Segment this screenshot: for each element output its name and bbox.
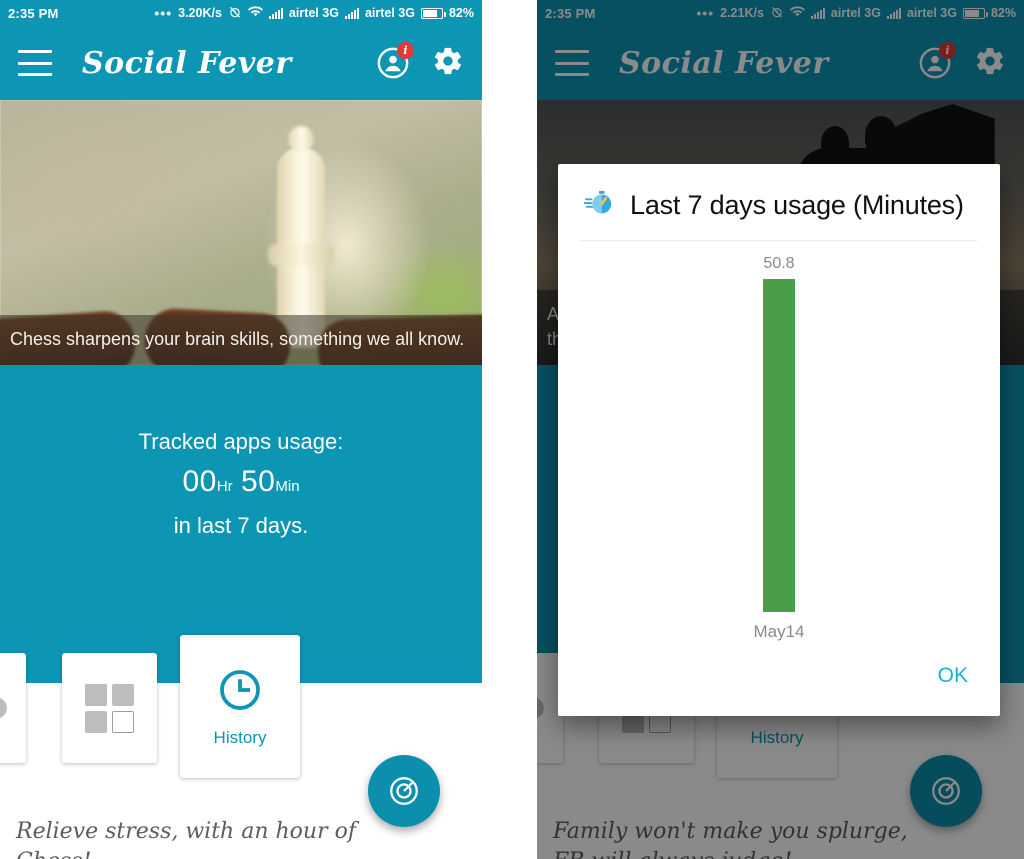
- history-card-label: History: [213, 727, 267, 747]
- signal-bars-icon-2: [344, 7, 359, 19]
- signal-bars-icon-1: [268, 7, 283, 19]
- dual-screenshot-canvas: 2:35 PM ••• 3.20K/s airtel 3G airtel 3G …: [0, 0, 1024, 859]
- bar-category-label: May14: [753, 622, 805, 641]
- status-time: 2:35 PM: [545, 5, 596, 21]
- stopwatch-icon: [584, 190, 612, 214]
- hero-banner: Chess sharpens your brain skills, someth…: [0, 100, 482, 365]
- target-focus-icon: [390, 777, 418, 805]
- hero-caption: Chess sharpens your brain skills, someth…: [0, 314, 482, 365]
- usage-bar-chart: 50.8 May14: [558, 241, 1000, 656]
- gear-icon[interactable]: [432, 45, 464, 82]
- usage-subtitle: in last 7 days.: [173, 513, 309, 538]
- wifi-icon: [789, 5, 805, 21]
- history-card[interactable]: History: [180, 635, 300, 778]
- battery-icon: [420, 7, 446, 19]
- carrier-label-2: airtel 3G: [364, 6, 415, 20]
- status-bar: 2:35 PM ••• 2.21K/s airtel 3G airtel 3G …: [537, 0, 1024, 26]
- silhouette-head-2: [865, 116, 898, 156]
- status-network-speed: 3.20K/s: [178, 6, 222, 20]
- alarm-off-icon: [228, 5, 242, 22]
- partial-icon: [537, 697, 544, 719]
- account-circle-icon[interactable]: i: [376, 42, 414, 80]
- quote-text: Family won't make you splurge, FB will a…: [553, 819, 908, 859]
- hamburger-menu-icon[interactable]: [18, 50, 52, 76]
- usage-minutes-unit: Min: [275, 478, 300, 495]
- dialog-actions: OK: [558, 656, 1000, 716]
- quote-strip: Relieve stress, with an hour of Chess!: [0, 755, 482, 859]
- partial-icon: [0, 697, 7, 719]
- target-focus-icon: [932, 777, 960, 805]
- quote-text: Relieve stress, with an hour of Chess!: [16, 819, 356, 859]
- apps-grid-icon: [85, 683, 134, 733]
- account-circle-icon[interactable]: i: [918, 42, 956, 80]
- left-phone-screen: 2:35 PM ••• 3.20K/s airtel 3G airtel 3G …: [0, 0, 482, 859]
- status-more-dots-icon: •••: [154, 5, 173, 21]
- usage-hours-unit: Hr: [216, 478, 233, 495]
- usage-hours: 00: [182, 465, 217, 498]
- usage-time: 00Hr 50Min: [0, 465, 482, 499]
- focus-fab-button[interactable]: [368, 755, 440, 827]
- carrier-label-1: airtel 3G: [830, 6, 881, 20]
- status-network-speed: 2.21K/s: [720, 6, 764, 20]
- history-card-label: History: [750, 727, 804, 747]
- battery-percent: 82%: [448, 6, 474, 20]
- wifi-icon: [247, 5, 263, 21]
- dialog-title: Last 7 days usage (Minutes): [630, 190, 964, 220]
- status-more-dots-icon: •••: [696, 5, 715, 21]
- status-time: 2:35 PM: [8, 5, 59, 21]
- right-phone-screen: 2:35 PM ••• 2.21K/s airtel 3G airtel 3G …: [537, 0, 1024, 859]
- apps-card[interactable]: [62, 653, 157, 763]
- app-bar: Social Fever i: [0, 26, 482, 100]
- signal-bars-icon-1: [810, 7, 825, 19]
- usage-title: Tracked apps usage:: [138, 429, 344, 454]
- dialog-header: Last 7 days usage (Minutes): [558, 164, 1000, 240]
- account-badge: i: [397, 42, 414, 59]
- carrier-label-2: airtel 3G: [906, 6, 957, 20]
- battery-percent: 82%: [990, 6, 1016, 20]
- bar-data-label: 50.8: [763, 255, 795, 273]
- quote-strip: Family won't make you splurge, FB will a…: [537, 755, 1024, 859]
- usage-minutes: 50: [241, 465, 276, 498]
- partial-card[interactable]: [0, 653, 26, 763]
- carrier-label-1: airtel 3G: [288, 6, 339, 20]
- clock-icon: [220, 669, 260, 710]
- bar-may14: [763, 279, 795, 612]
- silhouette-head-1: [820, 126, 849, 160]
- tracked-usage-section: Tracked apps usage: 00Hr 50Min in last 7…: [0, 365, 482, 635]
- account-badge: i: [939, 42, 956, 59]
- app-title: Social Fever: [82, 45, 292, 81]
- gear-icon[interactable]: [974, 45, 1006, 82]
- signal-bars-icon-2: [886, 7, 901, 19]
- status-bar: 2:35 PM ••• 3.20K/s airtel 3G airtel 3G …: [0, 0, 482, 26]
- battery-icon: [962, 7, 988, 19]
- alarm-off-icon: [770, 5, 784, 22]
- focus-fab-button[interactable]: [910, 755, 982, 827]
- hamburger-menu-icon[interactable]: [555, 50, 589, 76]
- usage-dialog: Last 7 days usage (Minutes) 50.8 May14 O…: [558, 164, 1000, 716]
- ok-button[interactable]: OK: [932, 656, 974, 696]
- app-bar: Social Fever i: [537, 26, 1024, 100]
- app-title: Social Fever: [619, 45, 829, 81]
